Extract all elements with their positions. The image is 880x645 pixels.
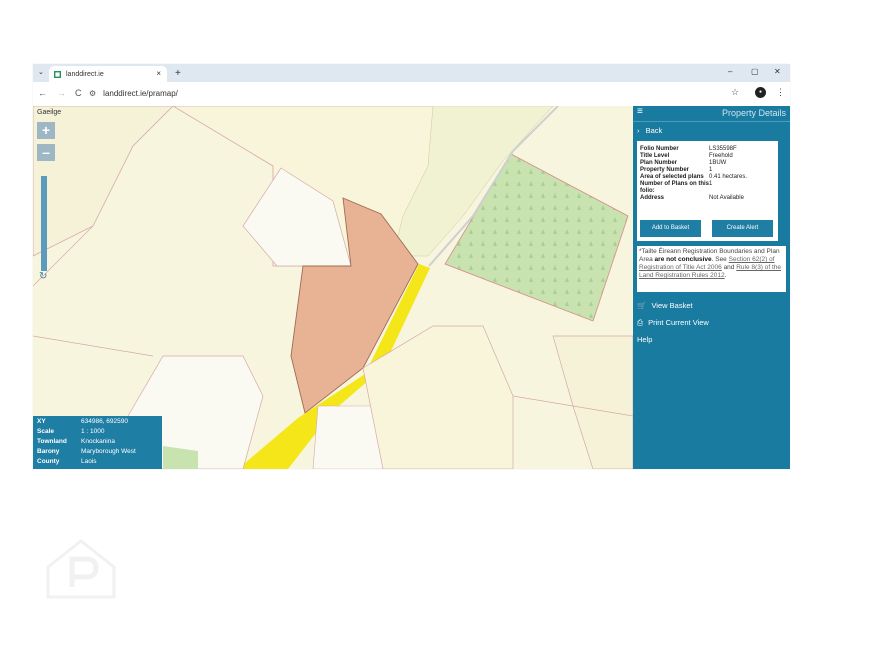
help-link[interactable]: Help [637, 335, 652, 344]
info-label: County [37, 458, 60, 465]
boundary-line [33, 335, 154, 357]
print-view-link[interactable]: ⎙ Print Current View [637, 318, 709, 328]
map-info-box: XY 634986, 692590 Scale 1 : 1000 Townland K… [33, 416, 162, 469]
detail-value: 0.41 hectares. [709, 174, 748, 180]
map-canvas[interactable]: Gaeilge + – ↻ XY 634986, 692590 Scale 1 : … [33, 106, 633, 469]
maximize-button[interactable]: ▢ [751, 67, 759, 76]
site-info-icon[interactable]: ⚙ [89, 89, 96, 98]
detail-label: Plan Number [640, 160, 678, 166]
detail-value: 1 [709, 181, 713, 187]
tab-close-icon[interactable]: × [156, 69, 161, 78]
basket-icon: 🛒 [637, 301, 647, 310]
map-drawing [33, 106, 633, 469]
detail-row: Property Number 1 [640, 167, 747, 174]
detail-row: Folio Number LS35598F [640, 146, 747, 153]
panel-header: ≡ Property Details [633, 106, 790, 122]
add-to-basket-button[interactable]: Add to Basket [640, 220, 701, 237]
detail-label: Address [640, 195, 665, 201]
back-label: Back [645, 126, 663, 135]
refresh-icon[interactable]: ↻ [39, 271, 47, 282]
info-value: Maryborough West [81, 448, 136, 455]
detail-label: Property Number [640, 167, 690, 173]
detail-value: LS35598F [709, 146, 737, 152]
info-row: Scale 1 : 1000 [37, 428, 136, 438]
info-value: Laois [81, 458, 97, 465]
tab-list-chevron-down-icon[interactable]: ⌄ [38, 68, 44, 76]
detail-value: Freehold [709, 153, 733, 159]
url-field[interactable]: ⚙ landdirect.ie/pramap/ [89, 85, 769, 102]
info-label: Townland [37, 438, 67, 445]
bookmark-star-icon[interactable]: ☆ [731, 87, 739, 98]
detail-row: Title Level Freehold [640, 153, 747, 160]
detail-row: Number of Plans on this folio: 1 [640, 181, 747, 195]
minimize-button[interactable]: – [728, 67, 732, 76]
detail-label: Area of selected plans [640, 174, 704, 180]
notice-and: and [723, 264, 735, 271]
property-details-panel: ≡ Property Details › Back Folio Number LS… [633, 106, 790, 469]
landdirect-favicon-icon [54, 70, 61, 78]
info-row: Barony Maryborough West [37, 448, 136, 458]
detail-row: Address Not Available [640, 195, 747, 202]
notice-text-2: . See [711, 256, 727, 263]
tab-title: landdirect.ie [66, 70, 104, 78]
url-text: landdirect.ie/pramap/ [103, 89, 178, 98]
boundary-notice: *Tailte Éireann Registration Boundaries … [637, 246, 786, 292]
hamburger-menu-icon[interactable]: ≡ [637, 106, 643, 117]
info-label: Barony [37, 448, 60, 455]
page-viewport: Gaeilge + – ↻ XY 634986, 692590 Scale 1 : … [33, 106, 790, 469]
field-parcel [552, 335, 633, 469]
info-value: Knockanina [81, 438, 115, 445]
detail-value: Not Available [709, 195, 744, 201]
back-link[interactable]: › Back [637, 126, 662, 135]
view-basket-link[interactable]: 🛒 View Basket [637, 301, 693, 310]
close-window-button[interactable]: ✕ [774, 67, 781, 76]
detail-label: Folio Number [640, 146, 679, 152]
forward-arrow-icon[interactable]: → [57, 88, 66, 98]
reload-icon[interactable]: C [75, 88, 82, 98]
detail-value: 1BUW [709, 160, 727, 166]
profile-avatar[interactable]: ● [755, 87, 766, 98]
zoom-out-button[interactable]: – [37, 144, 55, 161]
zoom-slider[interactable] [41, 176, 47, 271]
view-basket-label: View Basket [651, 301, 693, 310]
notice-end: . [724, 272, 727, 279]
browser-tab[interactable]: landdirect.ie × [49, 66, 167, 82]
chevron-right-icon: › [637, 126, 640, 135]
detail-row: Area of selected plans 0.41 hectares. [640, 174, 747, 181]
detail-value: 1 [709, 167, 713, 173]
info-row: XY 634986, 692590 [37, 418, 136, 428]
info-label: XY [37, 418, 46, 425]
browser-window: ⌄ landdirect.ie × + – ▢ ✕ ← → C ⚙ landdi… [33, 64, 790, 469]
detail-label: Title Level [640, 153, 670, 159]
info-row: Townland Knockanina [37, 438, 136, 448]
tab-strip: ⌄ landdirect.ie × + – ▢ ✕ [33, 64, 790, 82]
language-link[interactable]: Gaeilge [37, 109, 61, 116]
details-card: Folio Number LS35598F Title Level Freehold… [637, 141, 778, 241]
print-view-label: Print Current View [648, 318, 709, 327]
browser-menu-icon[interactable]: ⋮ [776, 87, 785, 98]
panel-title: Property Details [721, 108, 786, 118]
notice-bold: are not conclusive [654, 256, 712, 263]
detail-row: Plan Number 1BUW [640, 160, 747, 167]
info-value: 1 : 1000 [81, 428, 105, 435]
detail-label: Number of Plans on this folio: [640, 181, 710, 194]
zoom-in-button[interactable]: + [37, 122, 55, 139]
info-label: Scale [37, 428, 54, 435]
create-alert-button[interactable]: Create Alert [712, 220, 773, 237]
address-bar: ← → C ⚙ landdirect.ie/pramap/ ☆ ● ⋮ [33, 82, 790, 106]
printer-icon: ⎙ [637, 318, 643, 327]
new-tab-button[interactable]: + [175, 68, 181, 79]
back-arrow-icon[interactable]: ← [38, 88, 47, 98]
property-watermark-logo [46, 539, 116, 599]
info-value: 634986, 692590 [81, 418, 128, 425]
info-row: County Laois [37, 458, 136, 468]
